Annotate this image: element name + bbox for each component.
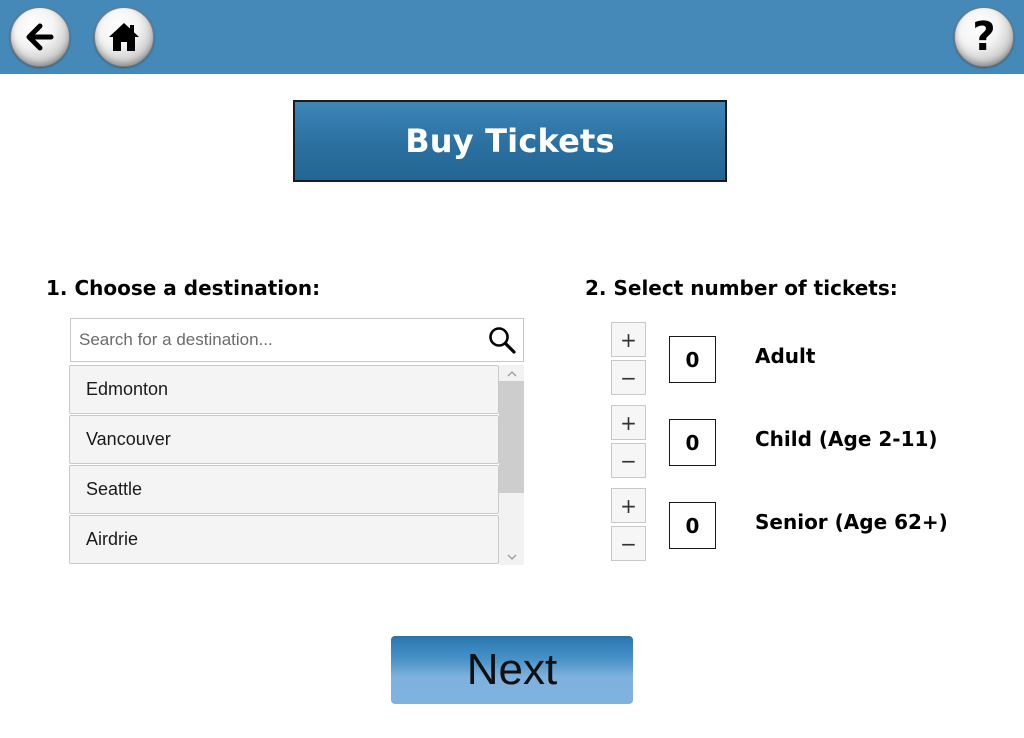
next-button-label: Next: [466, 645, 558, 694]
destination-item-vancouver[interactable]: Vancouver: [69, 415, 499, 464]
chevron-up-icon: [507, 370, 516, 376]
destination-item-seattle[interactable]: Seattle: [69, 465, 499, 514]
home-button[interactable]: [94, 7, 154, 67]
destination-item-label: Vancouver: [86, 429, 171, 449]
adult-increment-button[interactable]: +: [611, 322, 646, 357]
destination-search-input[interactable]: [71, 319, 471, 361]
scroll-up-arrow[interactable]: [499, 366, 524, 380]
destination-heading: 1. Choose a destination:: [46, 276, 321, 300]
question-mark-icon: ?: [972, 14, 996, 60]
home-icon: [109, 23, 139, 51]
chevron-down-icon: [507, 554, 516, 560]
page-title: Buy Tickets: [405, 122, 615, 160]
scrollbar-thumb[interactable]: [499, 381, 524, 493]
adult-count[interactable]: 0: [669, 336, 716, 383]
destination-item-label: Seattle: [86, 479, 143, 499]
next-button[interactable]: Next: [391, 636, 633, 704]
arrow-left-icon: [26, 23, 54, 51]
destination-list: Edmonton Vancouver Seattle Airdrie: [69, 365, 525, 565]
scroll-down-arrow[interactable]: [499, 550, 524, 564]
destination-scrollbar[interactable]: [499, 365, 524, 565]
top-bar: ?: [0, 0, 1024, 74]
help-button[interactable]: ?: [954, 7, 1014, 67]
adult-label: Adult: [755, 344, 816, 368]
destination-item-edmonton[interactable]: Edmonton: [69, 365, 499, 414]
ticket-row-child: + − 0 Child (Age 2-11): [611, 405, 1024, 479]
child-count[interactable]: 0: [669, 419, 716, 466]
adult-decrement-button[interactable]: −: [611, 360, 646, 395]
child-label: Child (Age 2-11): [755, 427, 938, 451]
destination-item-label: Airdrie: [86, 529, 139, 549]
destination-item-label: Edmonton: [86, 379, 169, 399]
search-icon[interactable]: [487, 325, 517, 355]
tickets-heading: 2. Select number of tickets:: [585, 276, 898, 300]
page-title-banner: Buy Tickets: [293, 100, 727, 182]
senior-count[interactable]: 0: [669, 502, 716, 549]
senior-decrement-button[interactable]: −: [611, 526, 646, 561]
child-decrement-button[interactable]: −: [611, 443, 646, 478]
destination-search: [70, 318, 524, 362]
ticket-row-adult: + − 0 Adult: [611, 322, 1024, 396]
senior-label: Senior (Age 62+): [755, 510, 948, 534]
senior-increment-button[interactable]: +: [611, 488, 646, 523]
ticket-row-senior: + − 0 Senior (Age 62+): [611, 488, 1024, 562]
destination-item-airdrie[interactable]: Airdrie: [69, 515, 499, 564]
child-increment-button[interactable]: +: [611, 405, 646, 440]
back-button[interactable]: [10, 7, 70, 67]
